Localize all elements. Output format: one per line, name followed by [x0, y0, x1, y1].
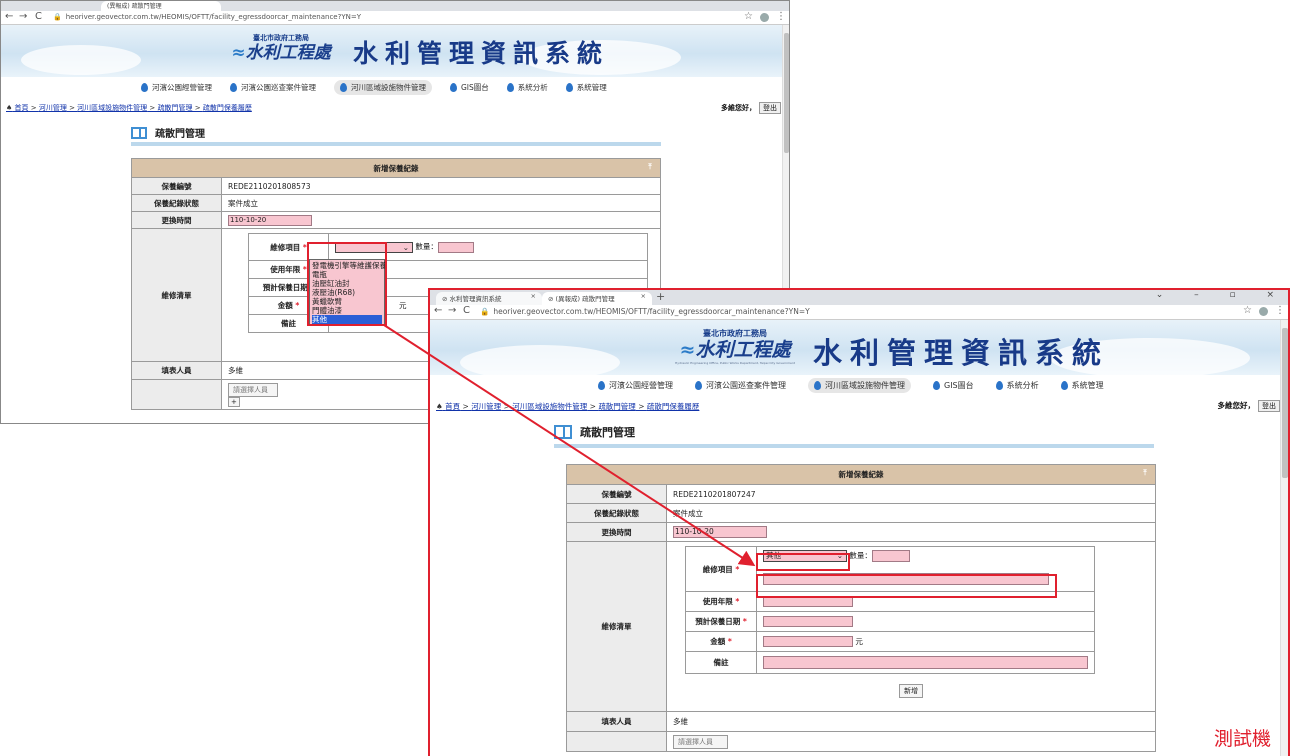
annotation-arrows: [383, 324, 756, 567]
test-machine-watermark: 測試機: [1214, 728, 1272, 750]
annotation-arrow: [383, 324, 756, 567]
